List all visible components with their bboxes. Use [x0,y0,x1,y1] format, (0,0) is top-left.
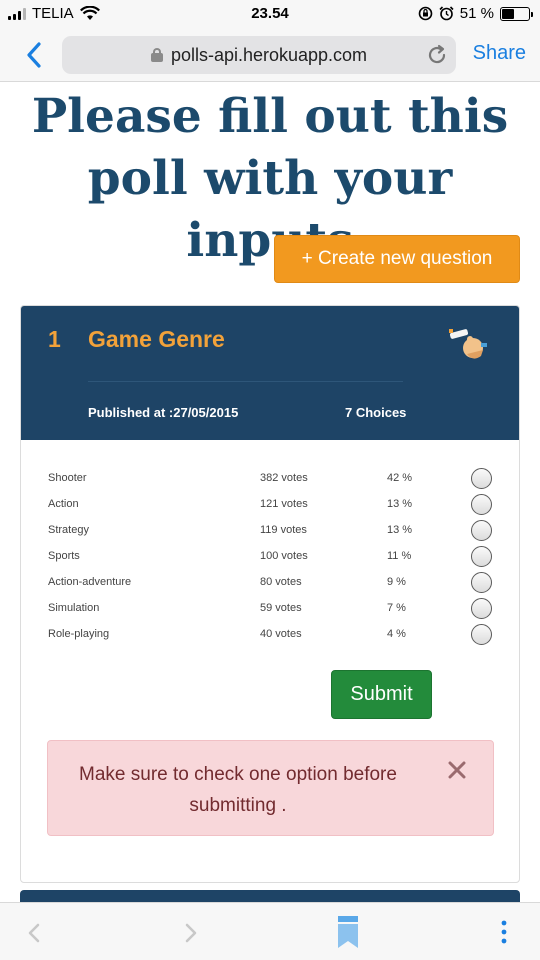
option-percent: 13 % [387,524,413,536]
option-percent: 7 % [387,602,406,614]
option-row: Action 121 votes 13 % [21,492,519,518]
option-name: Simulation [48,602,100,614]
option-percent: 11 % [387,550,412,562]
option-radio[interactable] [471,546,492,567]
header-divider [88,381,403,382]
option-radio[interactable] [471,468,492,489]
option-percent: 42 % [387,472,413,484]
poll-options: Shooter 382 votes 42 % Action 121 votes … [21,466,519,648]
status-right: 51 % [418,5,533,22]
back-chevron-icon[interactable] [22,40,46,70]
option-name: Action-adventure [48,576,132,588]
option-name: Strategy [48,524,89,536]
poll-number: 1 [48,326,61,352]
option-radio[interactable] [471,494,492,515]
reload-icon[interactable] [426,44,448,66]
status-bar: TELIA 23.54 51 % [0,0,540,28]
rotation-lock-icon [418,6,433,21]
option-row: Simulation 59 votes 7 % [21,596,519,622]
submit-button[interactable]: Submit [331,670,432,719]
option-radio[interactable] [471,624,492,645]
choices-count: 7 Choices [345,405,407,420]
back-arrow-icon[interactable] [26,923,42,943]
create-question-button[interactable]: + Create new question [274,235,520,283]
lock-icon [150,48,163,62]
bookmark-icon[interactable] [337,915,359,949]
option-votes: 40 votes [260,628,302,640]
option-row: Strategy 119 votes 13 % [21,518,519,544]
option-votes: 119 votes [260,524,307,536]
close-icon[interactable] [446,759,468,781]
battery-percent: 51 % [459,5,494,22]
option-votes: 382 votes [260,472,308,484]
option-percent: 4 % [387,628,406,640]
option-radio[interactable] [471,598,492,619]
option-row: Shooter 382 votes 42 % [21,466,519,492]
url-text: polls-api.herokuapp.com [170,44,368,65]
option-name: Sports [48,550,80,562]
published-date: Published at :27/05/2015 [88,405,239,420]
option-name: Role-playing [48,628,110,640]
option-row: Role-playing 40 votes 4 % [21,622,519,648]
forward-arrow-icon[interactable] [183,923,199,943]
option-percent: 13 % [387,498,413,510]
option-row: Sports 100 votes 11 % [21,544,519,570]
poll-card: 1 Game Genre Published at :27/05/2015 7 … [20,305,520,883]
poll-header: 1 Game Genre Published at :27/05/2015 7 … [21,306,519,440]
more-dots-icon[interactable] [496,919,512,945]
option-votes: 59 votes [260,602,302,614]
option-name: Shooter [48,472,87,484]
option-radio[interactable] [471,520,492,541]
alert-message: Make sure to check one option before sub… [79,764,397,816]
option-row: Action-adventure 80 votes 9 % [21,570,519,596]
alarm-icon [439,6,454,21]
option-radio[interactable] [471,572,492,593]
option-votes: 121 votes [260,498,308,510]
option-votes: 100 votes [260,550,308,562]
share-button[interactable]: Share [473,42,526,65]
validation-alert: Make sure to check one option before sub… [47,740,494,836]
battery-fill [502,8,514,19]
hand-pointing-icon [449,329,487,359]
url-field[interactable]: polls-api.herokuapp.com [62,36,456,74]
browser-address-bar: polls-api.herokuapp.com Share [0,28,540,82]
option-votes: 80 votes [260,576,302,588]
battery-icon [500,6,533,21]
option-name: Action [48,498,79,510]
option-percent: 9 % [387,576,406,588]
poll-title: Game Genre [88,326,225,352]
browser-toolbar [0,902,540,960]
